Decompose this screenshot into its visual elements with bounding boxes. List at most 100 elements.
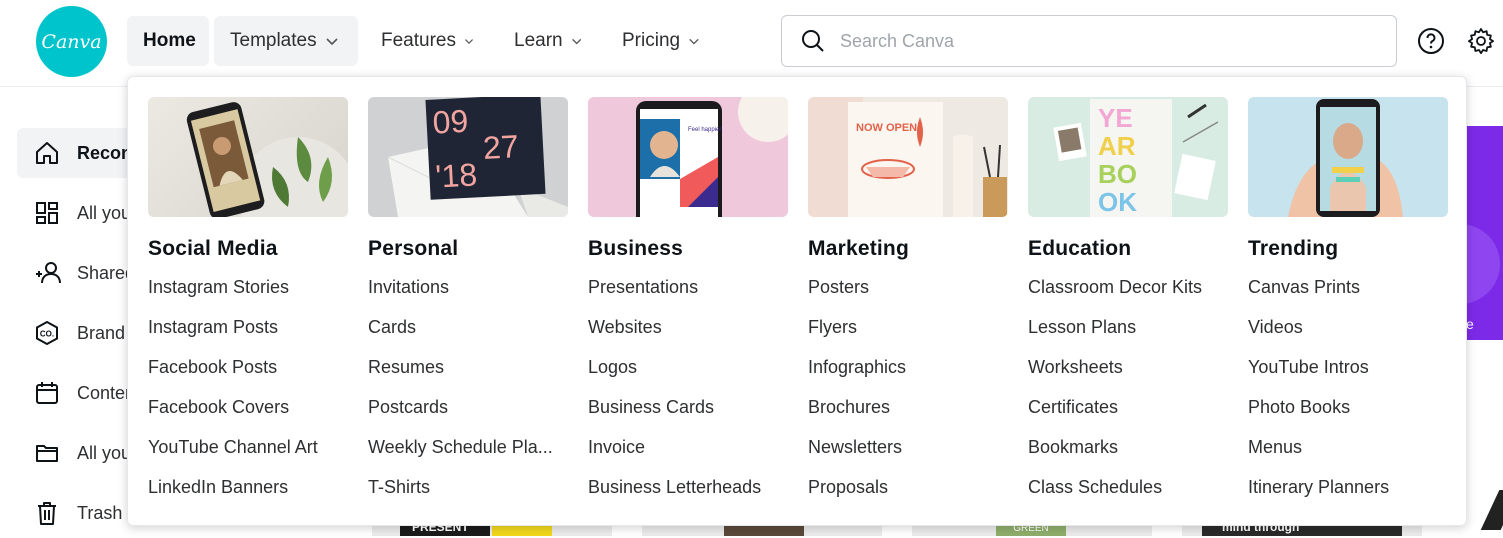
nav-pricing-label: Pricing [622, 30, 681, 51]
sidebar-item-label: Trash [77, 502, 123, 523]
trending-image [1288, 99, 1403, 217]
education-thumbnail[interactable]: YE AR BO OK [1028, 97, 1228, 217]
sidebar-item-label: All you [77, 442, 132, 463]
chevron-down-icon [465, 39, 473, 44]
column-title[interactable]: Trending [1248, 237, 1448, 261]
folder-icon [36, 445, 58, 462]
business-thumbnail[interactable]: Feel happier. [588, 97, 788, 217]
yearbook-ye: YE [1098, 103, 1133, 133]
yearbook-ok: OK [1098, 187, 1137, 217]
menu-link[interactable]: Invitations [368, 277, 568, 317]
menu-link[interactable]: Lesson Plans [1028, 317, 1228, 357]
menu-list: Canvas Prints Videos YouTube Intros Phot… [1248, 277, 1448, 517]
chevron-down-icon [689, 38, 699, 45]
marketing-image: NOW OPEN! [808, 97, 1007, 217]
date-09: 09 [432, 103, 469, 141]
business-image: Feel happier. [636, 97, 788, 217]
menu-link[interactable]: Business Letterheads [588, 477, 788, 517]
menu-list: Classroom Decor Kits Lesson Plans Worksh… [1028, 277, 1228, 517]
search-icon [802, 30, 824, 52]
column-title[interactable]: Business [588, 237, 788, 261]
menu-link[interactable]: Invoice [588, 437, 788, 477]
yearbook-ar: AR [1098, 131, 1136, 161]
menu-link[interactable]: Brochures [808, 397, 1008, 437]
nav-templates[interactable]: Templates [214, 16, 358, 66]
date-27: 27 [482, 128, 519, 166]
menu-link[interactable]: Business Cards [588, 397, 788, 437]
menu-list: Invitations Cards Resumes Postcards Week… [368, 277, 568, 517]
menu-column-business: Feel happier. Business Presentations Web… [588, 97, 788, 517]
menu-link[interactable]: T-Shirts [368, 477, 568, 517]
banner-text: e [1466, 316, 1474, 332]
menu-link[interactable]: Weekly Schedule Pla... [368, 437, 568, 477]
column-title[interactable]: Personal [368, 237, 568, 261]
menu-link[interactable]: Newsletters [808, 437, 1008, 477]
gear-icon[interactable] [1466, 26, 1496, 56]
menu-link[interactable]: Canvas Prints [1248, 277, 1448, 317]
calendar-icon [36, 382, 58, 404]
menu-link[interactable]: Proposals [808, 477, 1008, 517]
menu-link[interactable]: YouTube Channel Art [148, 437, 348, 477]
sidebar-item-label: Recon [77, 142, 133, 163]
canva-logo[interactable]: Canva [36, 6, 107, 77]
sidebar-item-label: All you [77, 202, 132, 223]
menu-link[interactable]: Websites [588, 317, 788, 357]
marketing-thumbnail[interactable]: NOW OPEN! [808, 97, 1008, 217]
menu-link[interactable]: Class Schedules [1028, 477, 1228, 517]
search-box[interactable] [781, 15, 1397, 67]
home-icon [36, 142, 58, 164]
column-title[interactable]: Social Media [148, 237, 348, 261]
menu-link[interactable]: Cards [368, 317, 568, 357]
menu-link[interactable]: Facebook Posts [148, 357, 348, 397]
social-media-thumbnail[interactable] [148, 97, 348, 217]
menu-link[interactable]: LinkedIn Banners [148, 477, 348, 517]
menu-link[interactable]: YouTube Intros [1248, 357, 1448, 397]
menu-link[interactable]: Presentations [588, 277, 788, 317]
people-icon [36, 262, 61, 284]
menu-link[interactable]: Facebook Covers [148, 397, 348, 437]
brand-kit-icon: CO. [36, 320, 58, 346]
trash-icon [38, 502, 56, 525]
date-18: '18 [435, 156, 479, 194]
sidebar-item-label: Conter [77, 382, 132, 403]
menu-link[interactable]: Logos [588, 357, 788, 397]
menu-link[interactable]: Classroom Decor Kits [1028, 277, 1228, 317]
menu-link[interactable]: Posters [808, 277, 1008, 317]
menu-list: Posters Flyers Infographics Brochures Ne… [808, 277, 1008, 517]
menu-link[interactable]: Resumes [368, 357, 568, 397]
menu-link[interactable]: Infographics [808, 357, 1008, 397]
sidebar-item-label: Brand [77, 322, 126, 343]
search-input[interactable] [838, 29, 1362, 53]
phone-caption: Feel happier. [688, 127, 723, 133]
menu-link[interactable]: Instagram Posts [148, 317, 348, 357]
nav-features-label: Features [381, 30, 456, 51]
nav-home[interactable]: Home [127, 16, 209, 66]
menu-link[interactable]: Instagram Stories [148, 277, 348, 317]
menu-link[interactable]: Menus [1248, 437, 1448, 477]
personal-image: 09 27 '18 [387, 97, 568, 217]
menu-column-education: YE AR BO OK Education Classroom Decor Ki… [1028, 97, 1228, 517]
menu-link[interactable]: Videos [1248, 317, 1448, 357]
personal-thumbnail[interactable]: 09 27 '18 [368, 97, 568, 217]
poster-headline: NOW OPEN! [856, 122, 921, 134]
social-media-image [186, 102, 348, 217]
menu-link[interactable]: Worksheets [1028, 357, 1228, 397]
menu-link[interactable]: Flyers [808, 317, 1008, 357]
templates-menu: Social Media Instagram Stories Instagram… [127, 76, 1467, 526]
column-title[interactable]: Education [1028, 237, 1228, 261]
column-title[interactable]: Marketing [808, 237, 1008, 261]
menu-link[interactable]: Postcards [368, 397, 568, 437]
yearbook-bo: BO [1098, 159, 1137, 189]
menu-column-trending: Trending Canvas Prints Videos YouTube In… [1248, 97, 1448, 517]
help-icon[interactable] [1416, 26, 1446, 56]
nav-learn[interactable]: Learn [498, 16, 598, 66]
menu-link[interactable]: Itinerary Planners [1248, 477, 1448, 517]
menu-list: Presentations Websites Logos Business Ca… [588, 277, 788, 517]
grid-icon [36, 202, 58, 224]
menu-link[interactable]: Photo Books [1248, 397, 1448, 437]
nav-features[interactable]: Features [365, 16, 490, 66]
menu-link[interactable]: Certificates [1028, 397, 1228, 437]
menu-link[interactable]: Bookmarks [1028, 437, 1228, 477]
nav-pricing[interactable]: Pricing [606, 16, 716, 66]
trending-thumbnail[interactable] [1248, 97, 1448, 217]
